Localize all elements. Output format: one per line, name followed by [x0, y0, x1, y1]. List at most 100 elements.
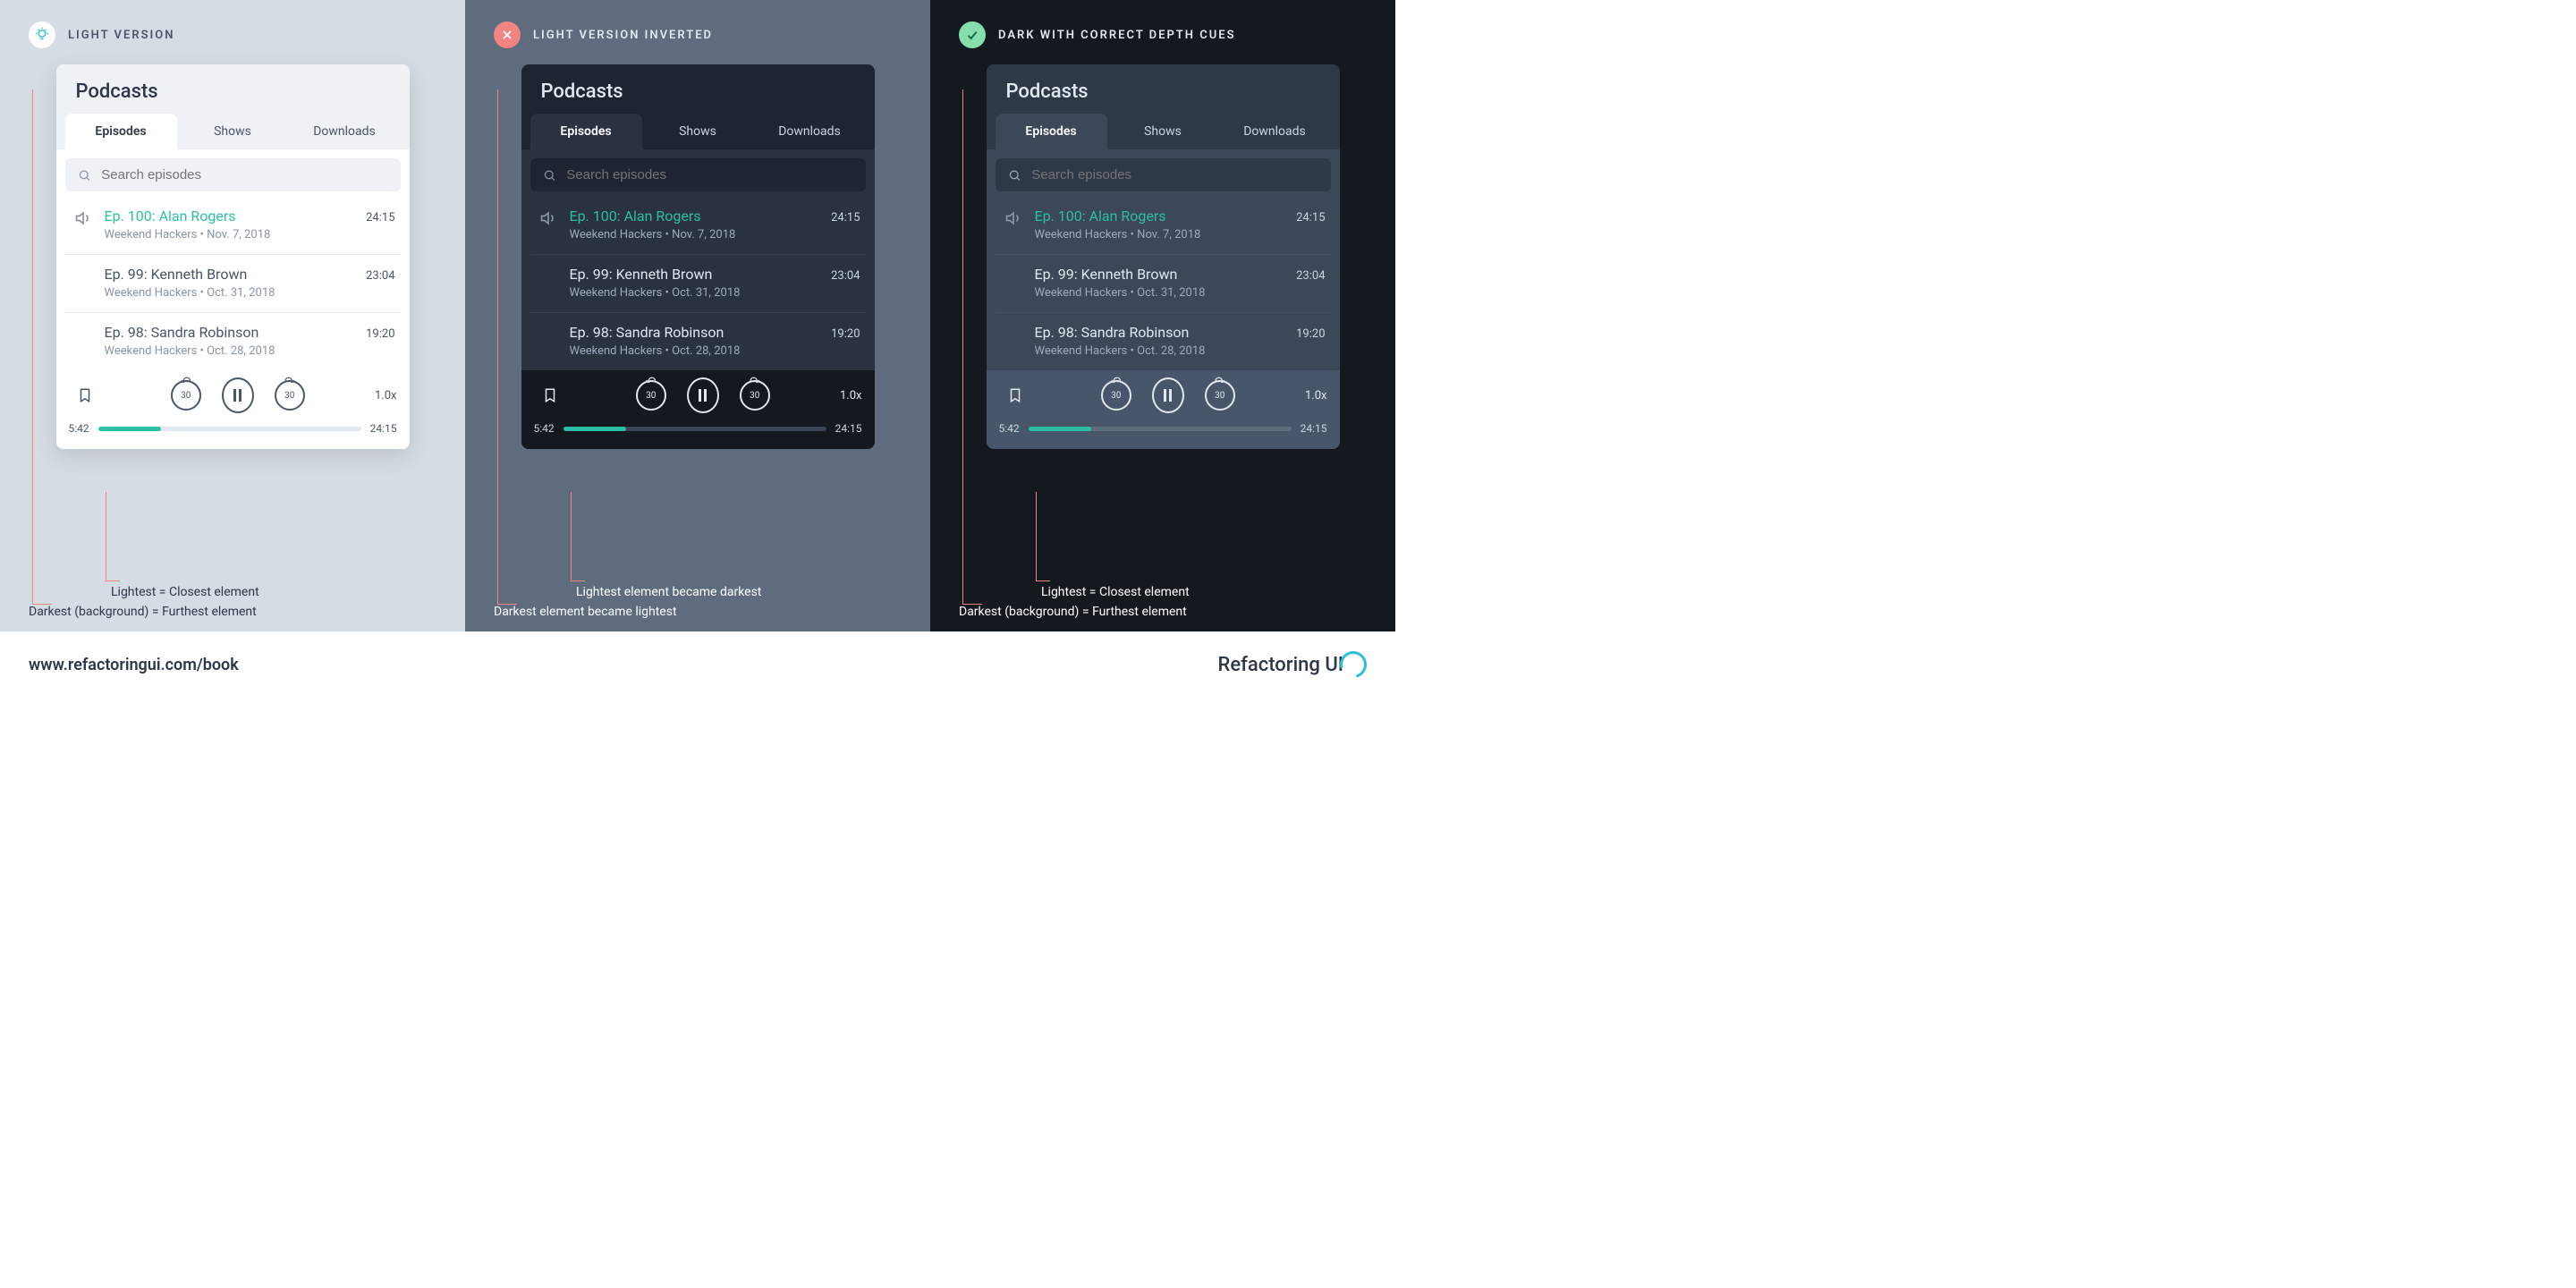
podcast-card: Podcasts Episodes Shows Downloads Ep. 10… [521, 64, 875, 449]
episode-title: Ep. 98: Sandra Robinson [105, 324, 259, 341]
episode-item[interactable]: Ep. 100: Alan Rogers24:15 Weekend Hacker… [65, 197, 401, 255]
episode-item[interactable]: Ep. 100: Alan Rogers 24:15 Weekend Hacker… [996, 197, 1331, 255]
lightbulb-icon [29, 21, 55, 48]
tab-episodes[interactable]: Episodes [530, 114, 642, 149]
episode-item[interactable]: Ep. 98: Sandra Robinson19:20 Weekend Hac… [996, 313, 1331, 370]
card-title: Podcasts [521, 64, 875, 114]
episode-title: Ep. 99: Kenneth Brown [570, 266, 713, 283]
annotation-leader [1036, 492, 1050, 581]
skip-forward-button[interactable]: 30 [274, 379, 306, 411]
tab-downloads[interactable]: Downloads [289, 114, 401, 149]
episode-subtitle: Weekend Hackers • Oct. 28, 2018 [105, 344, 395, 358]
card-title: Podcasts [56, 64, 410, 114]
speed-button[interactable]: 1.0x [375, 389, 397, 402]
episode-title: Ep. 99: Kenneth Brown [105, 266, 248, 283]
episode-duration: 24:15 [366, 211, 394, 225]
footer-logo: Refactoring UI [1218, 651, 1368, 678]
tab-shows[interactable]: Shows [177, 114, 289, 149]
pause-button[interactable] [687, 379, 719, 411]
search-field[interactable] [566, 167, 852, 182]
bookmark-button[interactable] [69, 379, 101, 411]
episode-duration: 23:04 [366, 269, 394, 283]
annotation: Lightest = Closest element [959, 585, 1367, 599]
tab-shows[interactable]: Shows [642, 114, 754, 149]
episode-item[interactable]: Ep. 99: Kenneth Brown 23:04 Weekend Hacke… [996, 255, 1331, 313]
annotation-leader [962, 89, 982, 605]
panel-dark: DARK WITH CORRECT DEPTH CUES Podcasts Ep… [930, 0, 1395, 631]
pause-button[interactable] [1152, 379, 1184, 411]
speed-button[interactable]: 1.0x [1305, 389, 1327, 402]
tab-downloads[interactable]: Downloads [754, 114, 866, 149]
annotation: Lightest = Closest element [29, 585, 436, 599]
speaker-icon [72, 208, 94, 242]
search-field[interactable] [1031, 167, 1318, 182]
podcast-card: Podcasts Episodes Shows Downloads Ep. 10… [56, 64, 410, 449]
total-time: 24:15 [835, 422, 862, 435]
elapsed-time: 5:42 [69, 422, 89, 435]
episode-title: Ep. 100: Alan Rogers [1035, 208, 1166, 225]
progress-bar[interactable] [98, 427, 361, 431]
speed-button[interactable]: 1.0x [840, 389, 862, 402]
tab-downloads[interactable]: Downloads [1219, 114, 1331, 149]
panel-light: LIGHT VERSION Podcasts Episodes Shows Do… [0, 0, 465, 631]
episode-duration: 24:15 [1296, 211, 1325, 225]
episode-duration: 23:04 [831, 269, 860, 283]
tab-shows[interactable]: Shows [1107, 114, 1219, 149]
skip-back-button[interactable]: 30 [1100, 379, 1132, 411]
skip-back-button[interactable]: 30 [635, 379, 667, 411]
episode-item[interactable]: Ep. 98: Sandra Robinson19:20 Weekend Hac… [530, 313, 866, 370]
annotation: Darkest element became lightest [494, 605, 902, 619]
progress-bar[interactable] [564, 427, 826, 431]
episode-duration: 23:04 [1296, 269, 1325, 283]
total-time: 24:15 [370, 422, 397, 435]
elapsed-time: 5:42 [534, 422, 555, 435]
search-input[interactable] [996, 158, 1331, 191]
search-field[interactable] [101, 167, 387, 182]
episode-subtitle: Weekend Hackers • Nov. 7, 2018 [105, 228, 395, 242]
episode-item[interactable]: Ep. 100: Alan Rogers 24:15 Weekend Hacker… [530, 197, 866, 255]
episode-subtitle: Weekend Hackers • Oct. 31, 2018 [105, 286, 395, 300]
progress-bar[interactable] [1029, 427, 1292, 431]
logo-ring-icon [1335, 647, 1372, 683]
footer-url: www.refactoringui.com/book [29, 656, 239, 674]
tab-episodes[interactable]: Episodes [65, 114, 177, 149]
tab-episodes[interactable]: Episodes [996, 114, 1107, 149]
search-input[interactable] [65, 158, 401, 191]
speaker-icon [1003, 208, 1024, 242]
skip-back-button[interactable]: 30 [170, 379, 202, 411]
episode-subtitle: Weekend Hackers • Nov. 7, 2018 [570, 228, 860, 242]
episode-duration: 19:20 [831, 327, 860, 341]
x-icon [494, 21, 521, 48]
bookmark-button[interactable] [999, 379, 1031, 411]
panel-title: DARK WITH CORRECT DEPTH CUES [998, 29, 1236, 42]
episode-item[interactable]: Ep. 99: Kenneth Brown 23:04 Weekend Hacke… [530, 255, 866, 313]
pause-button[interactable] [222, 379, 254, 411]
search-icon [1008, 168, 1021, 182]
annotation-leader [32, 89, 52, 605]
episode-subtitle: Weekend Hackers • Oct. 31, 2018 [1035, 286, 1326, 300]
elapsed-time: 5:42 [999, 422, 1020, 435]
search-icon [543, 168, 556, 182]
episode-subtitle: Weekend Hackers • Nov. 7, 2018 [1035, 228, 1326, 242]
episode-subtitle: Weekend Hackers • Oct. 31, 2018 [570, 286, 860, 300]
annotation: Darkest (background) = Furthest element [959, 605, 1367, 619]
episode-title: Ep. 98: Sandra Robinson [1035, 324, 1190, 341]
episode-duration: 19:20 [366, 327, 394, 341]
episode-duration: 24:15 [831, 211, 860, 225]
episode-item[interactable]: Ep. 98: Sandra Robinson 19:20 Weekend Hac… [65, 313, 401, 370]
panel-title: LIGHT VERSION [68, 29, 174, 42]
episode-item[interactable]: Ep. 99: Kenneth Brown 23:04 Weekend Hacke… [65, 255, 401, 313]
panel-inverted: LIGHT VERSION INVERTED Podcasts Episodes… [465, 0, 930, 631]
search-input[interactable] [530, 158, 866, 191]
bookmark-button[interactable] [534, 379, 566, 411]
podcast-card: Podcasts Episodes Shows Downloads Ep. 10… [987, 64, 1340, 449]
skip-forward-button[interactable]: 30 [1204, 379, 1236, 411]
episode-duration: 19:20 [1296, 327, 1325, 341]
footer: www.refactoringui.com/book Refactoring U… [0, 631, 1395, 698]
total-time: 24:15 [1301, 422, 1327, 435]
search-icon [78, 168, 91, 182]
episode-title: Ep. 100: Alan Rogers [570, 208, 701, 225]
skip-forward-button[interactable]: 30 [739, 379, 771, 411]
panel-title: LIGHT VERSION INVERTED [533, 29, 713, 42]
episode-title: Ep. 99: Kenneth Brown [1035, 266, 1178, 283]
